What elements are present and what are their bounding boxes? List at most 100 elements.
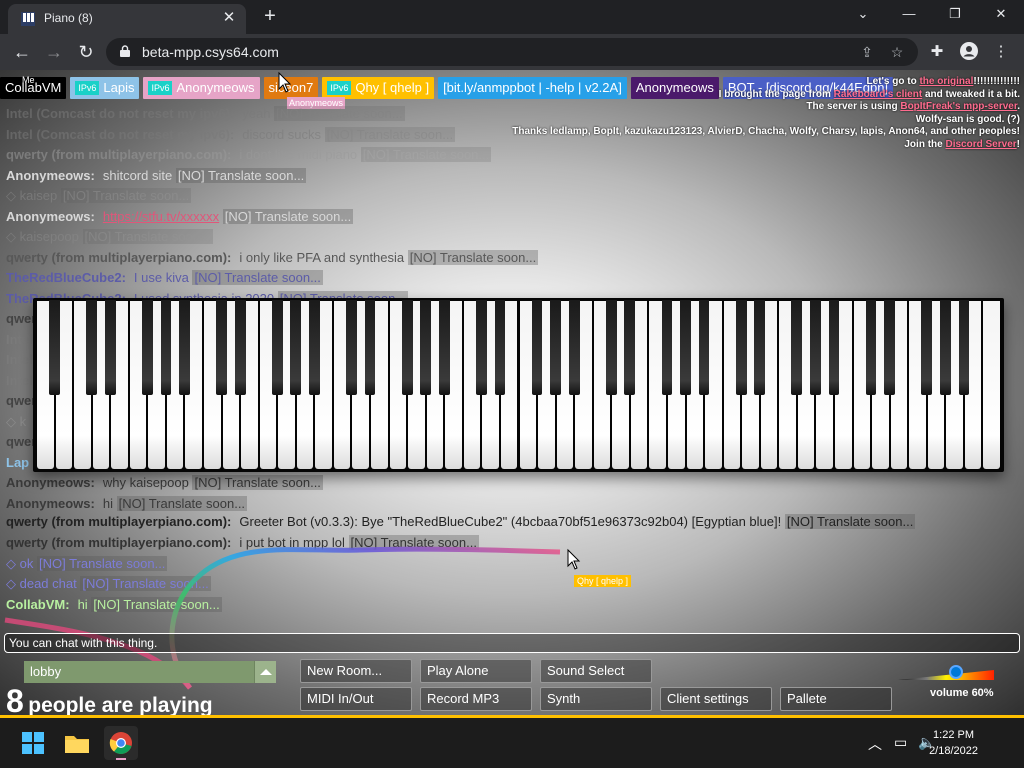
chat-text: i dont like midi piano bbox=[239, 147, 358, 162]
minimize-icon[interactable]: — bbox=[894, 5, 924, 23]
user-tag[interactable]: IPv6 Anonymeows bbox=[143, 77, 260, 99]
black-key[interactable] bbox=[160, 300, 172, 395]
black-key[interactable] bbox=[939, 300, 951, 395]
black-key[interactable] bbox=[958, 300, 970, 395]
user-tag[interactable]: siceon7 bbox=[263, 77, 319, 99]
chat-author[interactable]: Anonymeows: bbox=[6, 168, 95, 183]
address-bar[interactable]: beta-mpp.csys64.com ⇪ ☆ bbox=[106, 38, 918, 66]
network-icon[interactable]: ▭ bbox=[894, 734, 907, 751]
black-key[interactable] bbox=[810, 300, 821, 395]
black-key[interactable] bbox=[234, 300, 246, 395]
new-room-button[interactable]: New Room... bbox=[300, 659, 412, 683]
black-key[interactable] bbox=[550, 300, 561, 395]
black-key[interactable] bbox=[865, 300, 877, 395]
black-key[interactable] bbox=[364, 300, 376, 395]
chat-author[interactable]: Anonymeows: bbox=[6, 475, 95, 490]
black-key[interactable] bbox=[568, 300, 580, 395]
black-key[interactable] bbox=[141, 300, 153, 395]
windows-start-icon[interactable] bbox=[16, 726, 50, 760]
chat-author[interactable]: Intel bbox=[6, 332, 33, 347]
user-name: Lapis bbox=[103, 80, 135, 95]
record-mp3-button[interactable]: Record MP3 bbox=[420, 687, 532, 711]
tab-close-icon[interactable]: ✕ bbox=[220, 9, 238, 27]
white-key[interactable] bbox=[983, 301, 1000, 469]
chat-author[interactable]: Intel (Comcast do not reset my ipv6): bbox=[6, 106, 234, 121]
share-icon[interactable]: ⇪ bbox=[858, 43, 876, 61]
forward-arrow-icon[interactable]: → bbox=[42, 40, 66, 64]
black-key[interactable] bbox=[531, 300, 543, 395]
black-key[interactable] bbox=[401, 300, 413, 395]
menu-kebab-icon[interactable]: ⋮ bbox=[990, 42, 1012, 64]
chat-author[interactable]: qwerty (from multiplayerpiano.com): bbox=[6, 250, 231, 265]
tray-chevron-up-icon[interactable]: ︿ bbox=[868, 734, 882, 754]
volume-track bbox=[898, 670, 994, 680]
original-link[interactable]: the original bbox=[919, 76, 973, 87]
black-key[interactable] bbox=[661, 300, 673, 395]
black-key[interactable] bbox=[438, 300, 450, 395]
black-key[interactable] bbox=[290, 300, 302, 395]
black-key[interactable] bbox=[346, 300, 357, 395]
sound-select-button[interactable]: Sound Select bbox=[540, 659, 652, 683]
chat-input[interactable]: You can chat with this thing. bbox=[4, 633, 1020, 653]
black-key[interactable] bbox=[884, 300, 896, 395]
black-key[interactable] bbox=[104, 300, 116, 395]
client-settings-button[interactable]: Client settings bbox=[660, 687, 772, 711]
black-key[interactable] bbox=[494, 300, 506, 395]
extensions-icon[interactable]: ✚ bbox=[926, 42, 948, 64]
chat-author[interactable]: qwerty (from multiplayerpiano.com): bbox=[6, 514, 231, 529]
user-tag[interactable]: IPv6 Qhy [ qhelp ] bbox=[322, 77, 435, 99]
black-key[interactable] bbox=[308, 300, 320, 395]
file-explorer-icon[interactable] bbox=[60, 726, 94, 760]
black-key[interactable] bbox=[624, 300, 636, 395]
chat-message: ◇ ok [NO] Translate soon... bbox=[6, 554, 1018, 575]
black-key[interactable] bbox=[86, 300, 98, 395]
volume-slider[interactable] bbox=[898, 665, 994, 681]
reload-icon[interactable]: ↻ bbox=[74, 40, 98, 64]
profile-icon[interactable] bbox=[958, 42, 980, 64]
room-select[interactable]: lobby bbox=[24, 661, 276, 683]
volume-knob[interactable] bbox=[948, 665, 963, 679]
taskbar-clock[interactable]: 1:22 PM 2/18/2022 bbox=[929, 727, 978, 759]
black-key[interactable] bbox=[420, 300, 432, 395]
black-key[interactable] bbox=[698, 300, 710, 395]
black-key[interactable] bbox=[605, 300, 617, 395]
tab-search-chevron-icon[interactable]: ⌄ bbox=[848, 5, 878, 23]
synth-button[interactable]: Synth bbox=[540, 687, 652, 711]
chrome-icon[interactable] bbox=[104, 726, 138, 760]
black-key[interactable] bbox=[49, 300, 60, 395]
piano-keyboard[interactable] bbox=[33, 298, 1004, 472]
chat-author[interactable]: TheRedBlueCube2: bbox=[6, 270, 126, 285]
restore-icon[interactable]: ❐ bbox=[940, 5, 970, 23]
new-tab-icon[interactable]: + bbox=[258, 5, 282, 27]
chat-author[interactable]: CollabVM: bbox=[6, 597, 70, 612]
black-key[interactable] bbox=[680, 300, 691, 395]
room-arrow-up-icon[interactable] bbox=[254, 661, 276, 683]
chat-author[interactable]: Intel bbox=[6, 352, 33, 367]
chat-author[interactable]: Anonymeows: bbox=[6, 209, 95, 224]
back-arrow-icon[interactable]: ← bbox=[10, 40, 34, 64]
black-key[interactable] bbox=[216, 300, 227, 395]
user-tag[interactable]: IPv6 Lapis bbox=[70, 77, 140, 99]
rakeboard-link[interactable]: Rakeboard's client bbox=[834, 89, 923, 100]
browser-tab[interactable]: Piano (8) ✕ bbox=[8, 4, 246, 34]
black-key[interactable] bbox=[828, 300, 840, 395]
black-key[interactable] bbox=[271, 300, 283, 395]
close-window-icon[interactable]: ✕ bbox=[986, 5, 1016, 23]
midi-button[interactable]: MIDI In/Out bbox=[300, 687, 412, 711]
chat-text[interactable]: https://stfu.tv/xxxxxx bbox=[103, 209, 219, 224]
chat-author[interactable]: qwerty (from multiplayerpiano.com): bbox=[6, 535, 231, 550]
chat-author[interactable]: Lap bbox=[6, 455, 29, 470]
play-alone-button[interactable]: Play Alone bbox=[420, 659, 532, 683]
chat-author[interactable]: Anonymeows: bbox=[6, 496, 95, 511]
black-key[interactable] bbox=[179, 300, 190, 395]
black-key[interactable] bbox=[476, 300, 487, 395]
chat-author[interactable]: Intel bbox=[6, 373, 33, 388]
black-key[interactable] bbox=[735, 300, 747, 395]
bookmark-star-icon[interactable]: ☆ bbox=[888, 43, 906, 61]
black-key[interactable] bbox=[921, 300, 933, 395]
black-key[interactable] bbox=[791, 300, 803, 395]
chat-author[interactable]: Intel (Comcast do not reset my ipv6): bbox=[6, 127, 234, 142]
pallete-button[interactable]: Pallete bbox=[780, 687, 892, 711]
chat-author[interactable]: qwerty (from multiplayerpiano.com): bbox=[6, 147, 231, 162]
black-key[interactable] bbox=[754, 300, 766, 395]
